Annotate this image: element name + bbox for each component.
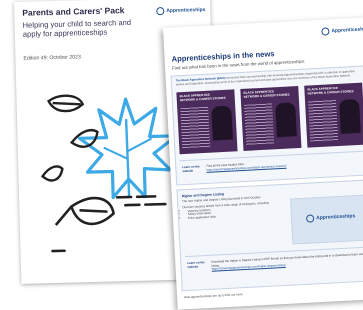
case-study-card: BLACK APPRENTICE NETWORK & CAREER STORIE… <box>304 83 363 148</box>
listing-link[interactable]: https://amazingapprenticeships.com/highe… <box>212 263 286 271</box>
logo-text: Apprenticeships <box>316 213 355 221</box>
card-text-lines <box>244 103 274 144</box>
logo-mark-icon <box>156 7 164 15</box>
card-title: BLACK APPRENTICE NETWORK & CAREER STORIE… <box>243 89 289 99</box>
logo-text: Apprenticeships <box>166 7 205 14</box>
logo-text: Apprenticeships <box>331 26 363 34</box>
cover-edition: Edition 49: October 2023 <box>23 54 81 62</box>
thumb-logo: Apprenticeships <box>306 212 356 223</box>
news-panel-listing: Higher and Degree Listing The new Higher… <box>176 179 363 291</box>
panel-footer: Learn on the website Download the Higher… <box>185 246 363 279</box>
footer-text: Find all the case studies here: https://… <box>206 157 363 173</box>
logo-mark-icon <box>306 214 314 222</box>
card-text-lines <box>180 107 210 148</box>
leaf-icon <box>48 95 82 111</box>
logo-mark-icon <box>321 27 329 35</box>
listing-thumbnail: Apprenticeships <box>290 195 363 245</box>
learn-label: Learn on the website <box>187 261 205 269</box>
learn-label: Learn on the website <box>182 165 200 173</box>
card-title: BLACK APPRENTICE NETWORK & CAREER STORIE… <box>180 93 226 103</box>
case-study-card: BLACK APPRENTICE NETWORK & CAREER STORIE… <box>176 89 237 154</box>
panel-footer: Learn on the website Find all the case s… <box>180 150 363 181</box>
card-text-lines <box>308 100 338 141</box>
document-spread: Parents and Carers' Pack Helping your ch… <box>0 0 363 296</box>
news-page: Apprenticeships Apprenticeships in the n… <box>163 17 363 310</box>
cover-subtitle: Helping your child to search and apply f… <box>22 18 147 40</box>
footer-text: Download the Higher & Degree Listing in … <box>211 252 363 271</box>
news-logo: Apprenticeships <box>321 25 363 36</box>
apprentice-photo <box>275 102 297 137</box>
apprentice-photo <box>211 106 233 141</box>
card-title: BLACK APPRENTICE NETWORK & CAREER STORIE… <box>307 86 353 96</box>
cover-title: Parents and Carers' Pack <box>22 5 124 18</box>
leaf-icon <box>55 198 114 225</box>
cover-logo: Apprenticeships <box>156 6 205 15</box>
leaf-icon <box>42 166 62 180</box>
case-study-card: BLACK APPRENTICE NETWORK & CAREER STORIE… <box>240 86 301 151</box>
apprentice-photo <box>339 99 361 134</box>
news-panel-ban: The Black Apprentice Network (BAN) annou… <box>171 65 363 185</box>
listing-text: The new Higher and Degree Listing launch… <box>182 195 278 221</box>
